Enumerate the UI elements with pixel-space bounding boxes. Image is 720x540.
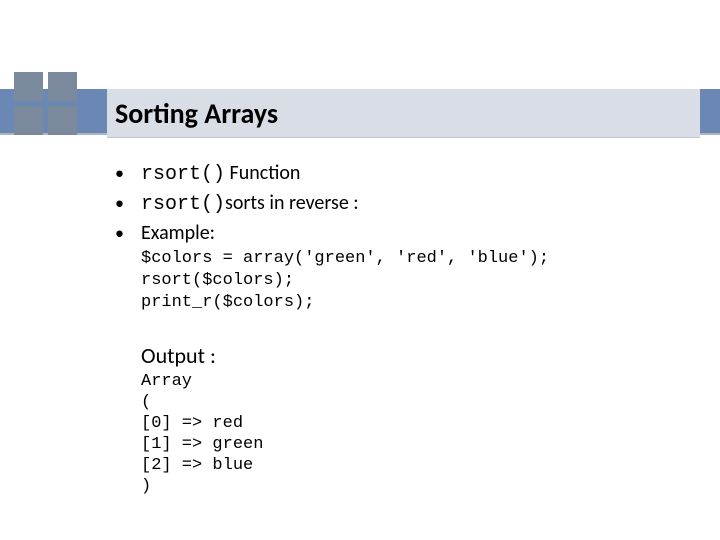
bullet-dot-icon: • bbox=[115, 160, 141, 186]
decorative-squares bbox=[0, 72, 77, 134]
square-icon bbox=[48, 72, 77, 101]
bullet-text: Example: bbox=[141, 220, 215, 246]
output-block: Array ( [0] => red [1] => green [2] => b… bbox=[141, 371, 690, 497]
output-heading: Output : bbox=[141, 342, 690, 369]
inline-code: rsort() bbox=[141, 193, 225, 216]
decorative-column bbox=[14, 72, 77, 135]
slide: Sorting Arrays • rsort() Function • rsor… bbox=[0, 0, 720, 540]
title-bar: Sorting Arrays bbox=[107, 88, 700, 138]
bullet-text-rest: Function bbox=[225, 161, 300, 185]
page-title: Sorting Arrays bbox=[115, 96, 278, 131]
bullet-item: • Example: bbox=[115, 220, 690, 246]
inline-code: rsort() bbox=[141, 163, 225, 186]
slide-body: • rsort() Function • rsort()sorts in rev… bbox=[115, 160, 690, 497]
decorative-row bbox=[14, 106, 77, 135]
bullet-text: rsort() Function bbox=[141, 160, 300, 188]
bullet-item: • rsort()sorts in reverse : bbox=[115, 190, 690, 218]
square-icon bbox=[14, 106, 43, 135]
square-icon bbox=[48, 106, 77, 135]
code-block: $colors = array('green', 'red', 'blue');… bbox=[141, 248, 690, 314]
bullet-item: • rsort() Function bbox=[115, 160, 690, 188]
decorative-row bbox=[14, 72, 77, 101]
bullet-text: rsort()sorts in reverse : bbox=[141, 190, 359, 218]
square-icon bbox=[14, 72, 43, 101]
bullet-dot-icon: • bbox=[115, 220, 141, 246]
bullet-dot-icon: • bbox=[115, 190, 141, 216]
bullet-text-rest: sorts in reverse : bbox=[225, 191, 359, 215]
